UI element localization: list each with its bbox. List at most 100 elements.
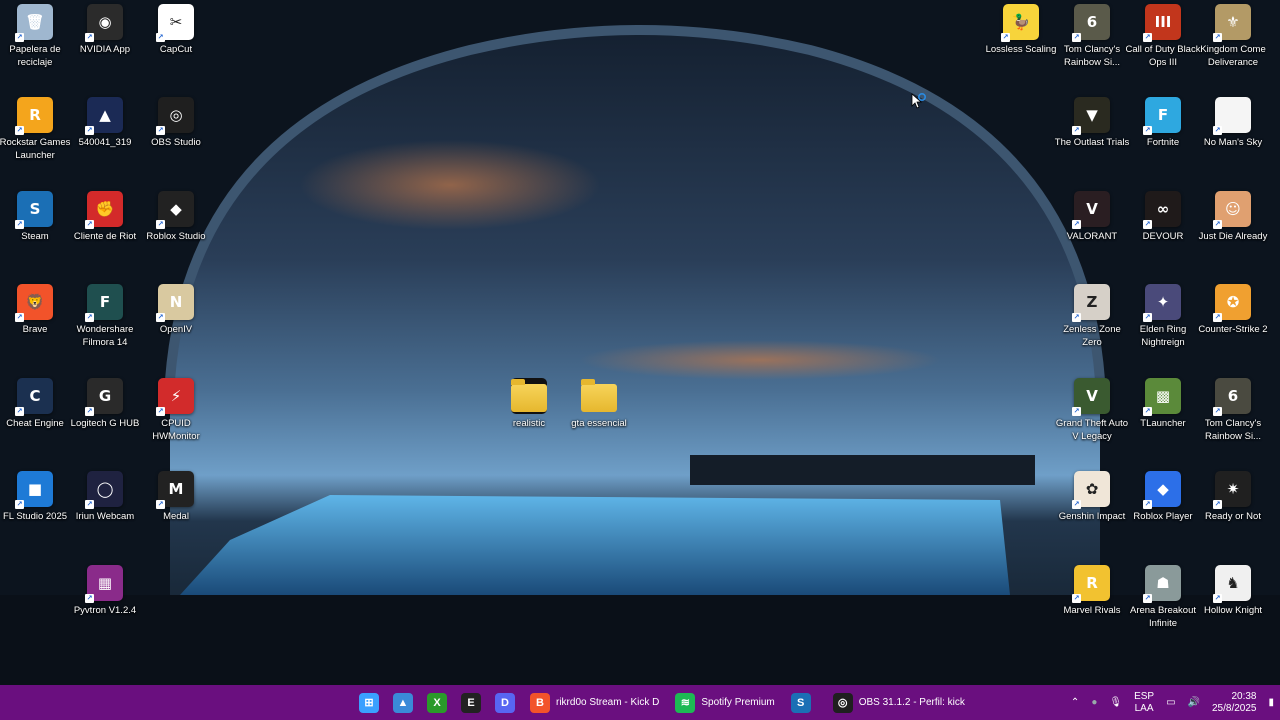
desktop-shortcut[interactable]: M ↗ Medal bbox=[141, 471, 211, 524]
desktop-shortcut[interactable]: ↗ No Man's Sky bbox=[1198, 97, 1268, 150]
desktop-shortcut[interactable]: Z ↗ Zenless Zone Zero bbox=[1057, 284, 1127, 349]
shortcut-label: OpenIV bbox=[159, 324, 193, 335]
desktop-shortcut[interactable]: ✿ ↗ Genshin Impact bbox=[1057, 471, 1127, 524]
shortcut-label: The Outlast Trials bbox=[1054, 137, 1130, 148]
desktop-shortcut[interactable]: N ↗ OpenIV bbox=[141, 284, 211, 337]
desktop-shortcut[interactable]: ◆ ↗ Roblox Player bbox=[1128, 471, 1198, 524]
desktop-shortcut[interactable]: 6 ↗ Tom Clancy's Rainbow Si... bbox=[1198, 378, 1268, 443]
taskbar-pinned-button[interactable]: D bbox=[490, 689, 520, 717]
shortcut-label: Medal bbox=[163, 511, 189, 522]
taskbar-pinned-button[interactable]: E bbox=[456, 689, 486, 717]
obs-taskbar[interactable]: ◎ OBS 31.1.2 - Perfil: kick bbox=[827, 689, 971, 717]
shortcut-arrow-icon: ↗ bbox=[15, 220, 24, 229]
desktop-shortcut[interactable]: ✊ ↗ Cliente de Riot bbox=[70, 191, 140, 244]
desktop-shortcut[interactable]: ■ ↗ FL Studio 2025 bbox=[0, 471, 70, 524]
desktop-shortcut[interactable]: ☺ ↗ Just Die Already bbox=[1198, 191, 1268, 244]
devour-icon: ∞ ↗ bbox=[1143, 191, 1181, 229]
volume-icon[interactable]: 🔊 bbox=[1188, 697, 1200, 708]
desktop-shortcut[interactable]: ▲ ↗ 540041_319 bbox=[70, 97, 140, 150]
taskbar-app-label: rikrd0o Stream - Kick D bbox=[556, 697, 660, 708]
rainbow-six-icon: 6 ↗ bbox=[1213, 378, 1251, 416]
desktop-shortcut[interactable]: ☗ ↗ Arena Breakout Infinite bbox=[1128, 565, 1198, 630]
desktop-shortcut[interactable]: ⚜ ↗ Kingdom Come Deliverance bbox=[1198, 4, 1268, 69]
shortcut-arrow-icon: ↗ bbox=[1143, 594, 1152, 603]
shortcut-label: Pyvtron V1.2.4 bbox=[73, 605, 137, 616]
shortcut-label: Arena Breakout Infinite bbox=[1129, 605, 1196, 629]
shortcut-label: Cheat Engine bbox=[6, 418, 64, 429]
shortcut-label: Hollow Knight bbox=[1203, 605, 1263, 616]
shortcut-arrow-icon: ↗ bbox=[15, 407, 24, 416]
shortcut-arrow-icon: ↗ bbox=[1143, 407, 1152, 416]
shortcut-label: TLauncher bbox=[1140, 418, 1186, 429]
desktop-shortcut[interactable]: ◯ ↗ Iriun Webcam bbox=[70, 471, 140, 524]
desktop-shortcut[interactable]: ◎ ↗ OBS Studio bbox=[141, 97, 211, 150]
desktop-shortcut[interactable]: C ↗ Cheat Engine bbox=[0, 378, 70, 431]
shortcut-arrow-icon: ↗ bbox=[1072, 313, 1081, 322]
folder-realistic[interactable]: realistic bbox=[494, 378, 564, 431]
desktop-shortcut[interactable]: 🦁 ↗ Brave bbox=[0, 284, 70, 337]
shortcut-arrow-icon: ↗ bbox=[1213, 220, 1222, 229]
steam-taskbar[interactable]: S bbox=[785, 689, 823, 717]
network-status-icon[interactable]: ● bbox=[1091, 697, 1097, 708]
desktop-shortcut[interactable]: ∞ ↗ DEVOUR bbox=[1128, 191, 1198, 244]
clock-date: 25/8/2025 bbox=[1211, 702, 1257, 714]
desktop-shortcut[interactable]: ♞ ↗ Hollow Knight bbox=[1198, 565, 1268, 618]
shortcut-label: Counter-Strike 2 bbox=[1198, 324, 1268, 335]
desktop-shortcut[interactable]: ✦ ↗ Elden Ring Nightreign bbox=[1128, 284, 1198, 349]
desktop-shortcut[interactable]: ▼ ↗ The Outlast Trials bbox=[1055, 97, 1129, 150]
desktop-shortcut[interactable]: F ↗ Wondershare Filmora 14 bbox=[70, 284, 140, 349]
blank-file-icon: ↗ bbox=[1213, 97, 1251, 135]
taskbar-center: ⊞ ▲ X E D Brikrd0o Stream - Kick D ≋ Spotify Pr… bbox=[352, 685, 973, 720]
notification-icon[interactable]: ▮ bbox=[1268, 697, 1274, 708]
taskbar-pinned-button[interactable]: ▲ bbox=[388, 689, 418, 717]
shortcut-label: Wondershare Filmora 14 bbox=[76, 324, 134, 348]
desktop-shortcut[interactable]: ✷ ↗ Ready or Not bbox=[1198, 471, 1268, 524]
recycle-bin-icon: 🗑 ↗ bbox=[15, 4, 53, 42]
shortcut-label: Call of Duty Black Ops III bbox=[1125, 44, 1201, 68]
riot-icon: ✊ ↗ bbox=[85, 191, 123, 229]
desktop-shortcut[interactable]: S ↗ Steam bbox=[0, 191, 70, 244]
brave-icon: 🦁 ↗ bbox=[15, 284, 53, 322]
roblox-studio-icon: ◆ ↗ bbox=[156, 191, 194, 229]
desktop-shortcut[interactable]: ⚡ ↗ CPUID HWMonitor bbox=[141, 378, 211, 443]
desktop-shortcut[interactable]: R ↗ Rockstar Games Launcher bbox=[0, 97, 70, 162]
taskbar-pinned-button[interactable]: ⊞ bbox=[354, 689, 384, 717]
steam-icon: S bbox=[790, 692, 811, 713]
display-icon[interactable]: ▭ bbox=[1166, 697, 1175, 708]
taskbar: ⊞ ▲ X E D Brikrd0o Stream - Kick D ≋ Spotify Pr… bbox=[0, 685, 1280, 720]
desktop-shortcut[interactable]: G ↗ Logitech G HUB bbox=[70, 378, 140, 431]
desktop-shortcut[interactable]: 🦆 ↗ Lossless Scaling bbox=[986, 4, 1056, 57]
chevron-up-icon[interactable]: ⌃ bbox=[1071, 697, 1079, 708]
winrar-icon: ▦ ↗ bbox=[85, 565, 123, 603]
shortcut-label: DEVOUR bbox=[1142, 231, 1184, 242]
language-code: ESP bbox=[1134, 690, 1155, 702]
folder-gta-essencial[interactable]: gta essencial bbox=[564, 378, 634, 431]
desktop-shortcut[interactable]: ▩ ↗ TLauncher bbox=[1128, 378, 1198, 431]
desktop-shortcut[interactable]: 6 ↗ Tom Clancy's Rainbow Si... bbox=[1057, 4, 1127, 69]
desktop-shortcut[interactable]: ◉ ↗ NVIDIA App bbox=[70, 4, 140, 57]
desktop-shortcut[interactable]: R ↗ Marvel Rivals bbox=[1057, 565, 1127, 618]
desktop-shortcut[interactable]: 🗑 ↗ Papelera de reciclaje bbox=[0, 4, 70, 69]
clock[interactable]: 20:38 25/8/2025 bbox=[1212, 691, 1257, 715]
desktop-shortcut[interactable]: III ↗ Call of Duty Black Ops III bbox=[1126, 4, 1200, 69]
language-indicator[interactable]: ESP LAA bbox=[1134, 691, 1154, 715]
shortcut-label: Lossless Scaling bbox=[985, 44, 1057, 55]
desktop-shortcut[interactable]: ◆ ↗ Roblox Studio bbox=[141, 191, 211, 244]
folder-label: realistic bbox=[512, 418, 546, 429]
xbox-icon: X bbox=[427, 692, 447, 713]
desktop-shortcut[interactable]: ▦ ↗ Pyvtron V1.2.4 bbox=[70, 565, 140, 618]
desktop-shortcut[interactable]: ✪ ↗ Counter-Strike 2 bbox=[1198, 284, 1268, 337]
cs2-icon: ✪ ↗ bbox=[1213, 284, 1251, 322]
microphone-icon[interactable]: 🎙 bbox=[1109, 697, 1122, 708]
brave-taskbar[interactable]: Brikrd0o Stream - Kick D bbox=[524, 689, 665, 717]
desktop-shortcut[interactable]: V ↗ VALORANT bbox=[1057, 191, 1127, 244]
taskbar-pinned-button[interactable]: X bbox=[422, 689, 452, 717]
desktop-shortcut[interactable]: V ↗ Grand Theft Auto V Legacy bbox=[1056, 378, 1128, 443]
openiv-icon: N ↗ bbox=[156, 284, 194, 322]
shortcut-label: Iriun Webcam bbox=[75, 511, 135, 522]
cheat-engine-icon: C ↗ bbox=[15, 378, 53, 416]
desktop-shortcut[interactable]: F ↗ Fortnite bbox=[1128, 97, 1198, 150]
shortcut-arrow-icon: ↗ bbox=[1213, 407, 1222, 416]
spotify-taskbar[interactable]: ≋ Spotify Premium bbox=[669, 689, 780, 717]
desktop-shortcut[interactable]: ✂ ↗ CapCut bbox=[141, 4, 211, 57]
